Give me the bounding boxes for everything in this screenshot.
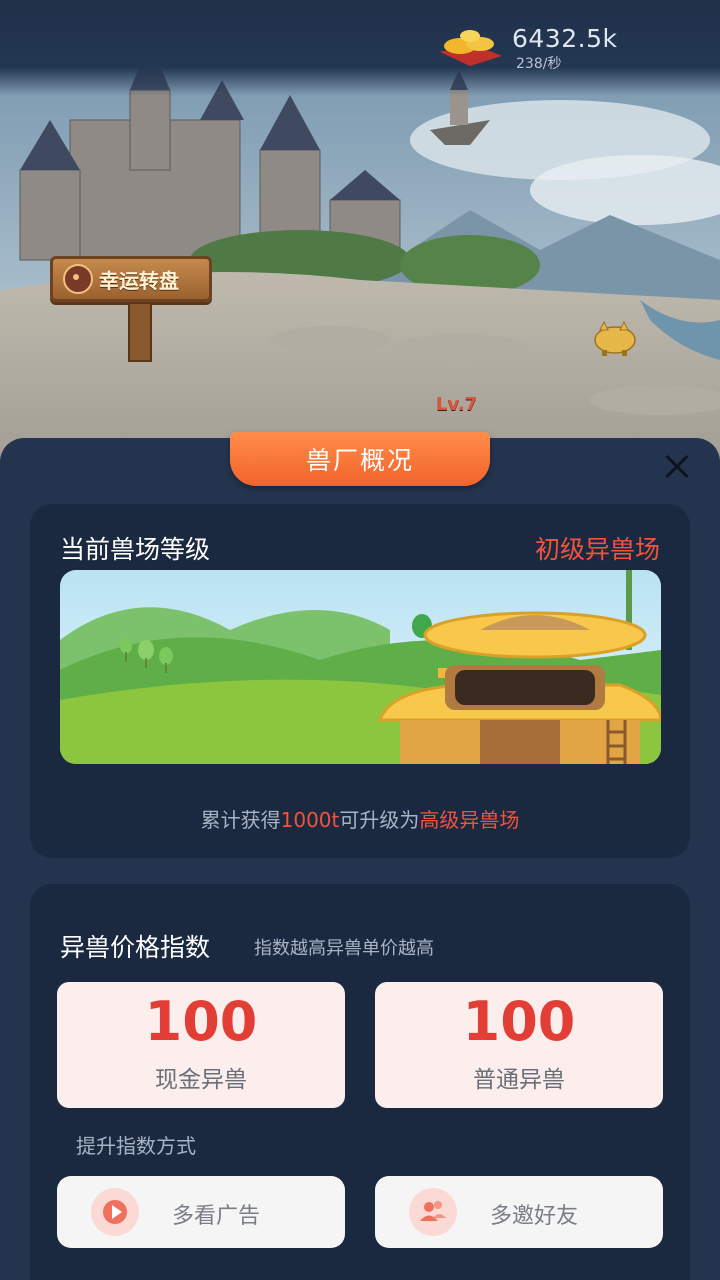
upgrade-middle: 可升级为 — [339, 808, 420, 832]
price-index-card: 异兽价格指数 指数越高异兽单价越高 100 现金异兽 100 普通异兽 提升指数… — [30, 884, 690, 1280]
current-level-name: 初级异兽场 — [534, 535, 660, 564]
level-card-title: 当前兽场等级 — [60, 535, 211, 564]
cash-beast-index: 100 现金异兽 — [57, 982, 345, 1108]
sign-post — [128, 302, 152, 362]
price-index-subtitle: 指数越高异兽单价越高 — [254, 938, 434, 959]
beast-level-tag: Lv.7 — [436, 394, 478, 415]
watch-ads-button[interactable]: 多看广告 — [57, 1176, 345, 1248]
upgrade-amount: 1000t — [280, 808, 340, 832]
boost-methods-title: 提升指数方式 — [76, 1134, 196, 1158]
beast-pig-icon[interactable] — [590, 320, 640, 360]
invite-friends-button[interactable]: 多邀好友 — [375, 1176, 663, 1248]
lucky-wheel-label: 幸运转盘 — [99, 268, 179, 293]
normal-beast-index-label: 普通异兽 — [473, 1067, 565, 1093]
wheel-icon — [63, 264, 93, 294]
upgrade-target-level: 高级异兽场 — [419, 808, 520, 832]
farm-illustration — [60, 570, 661, 764]
invite-friends-label: 多邀好友 — [489, 1204, 578, 1229]
coin-balance: 6432.5k — [512, 24, 618, 53]
price-index-title: 异兽价格指数 — [60, 933, 211, 962]
upgrade-hint: 累计获得1000t可升级为高级异兽场 — [30, 804, 690, 833]
coin-rate: 238/秒 — [516, 56, 562, 72]
cash-beast-index-label: 现金异兽 — [155, 1067, 247, 1093]
normal-beast-index-value: 100 — [462, 990, 576, 1053]
panel-title-tab: 兽厂概况 — [230, 432, 490, 486]
lucky-wheel-sign[interactable]: 幸运转盘 — [50, 256, 212, 302]
normal-beast-index: 100 普通异兽 — [375, 982, 663, 1108]
gold-ingot-icon — [436, 22, 506, 72]
level-card: 当前兽场等级 初级异兽场 累计获得1000t可升级为高级异兽场 — [30, 504, 690, 858]
cash-beast-index-value: 100 — [144, 990, 258, 1053]
upgrade-prefix: 累计获得 — [200, 808, 281, 832]
watch-ads-label: 多看广告 — [171, 1204, 260, 1229]
close-icon[interactable] — [660, 450, 694, 484]
